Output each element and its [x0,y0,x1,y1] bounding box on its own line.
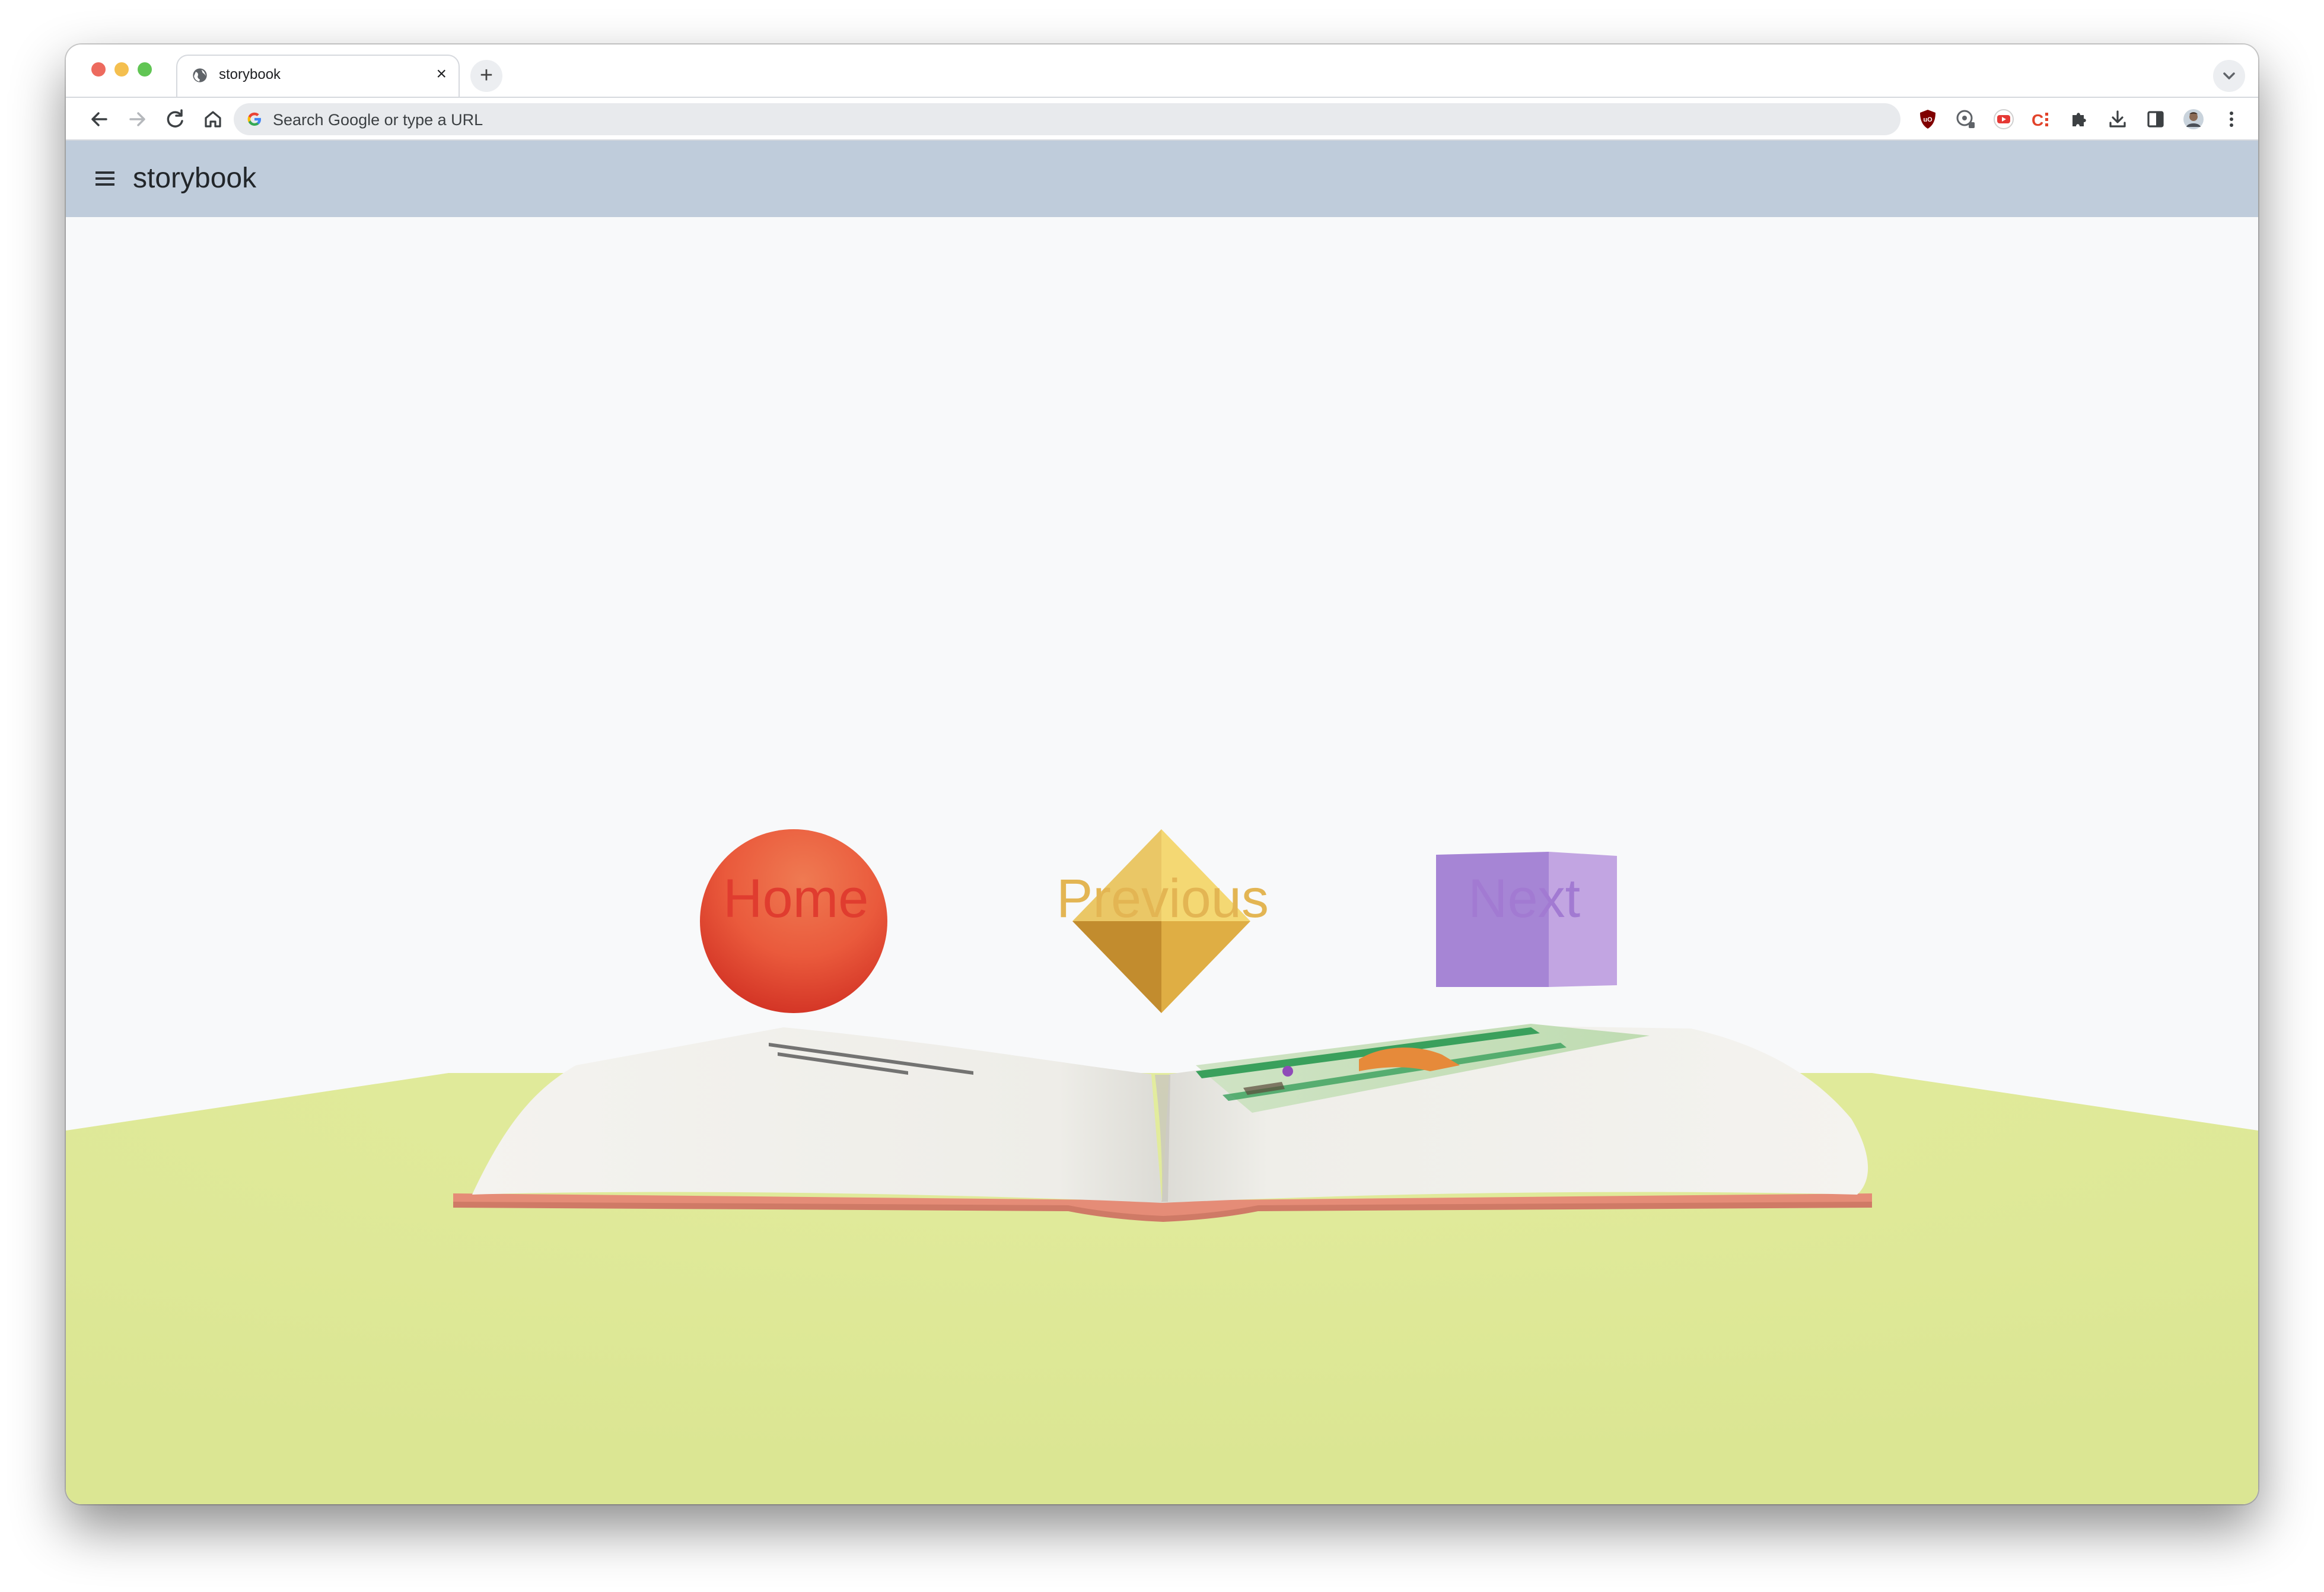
address-bar-placeholder: Search Google or type a URL [273,111,483,129]
svg-text:uO: uO [1923,116,1933,123]
tab-title: storybook [219,66,281,82]
password-manager-icon[interactable] [1953,107,1978,132]
tab-strip: storybook × + [66,44,2258,97]
previous-label: Previous [1056,868,1269,929]
browser-tab[interactable]: storybook × [176,55,460,97]
coupon-extension-icon[interactable]: C [2029,107,2054,132]
maximize-window-button[interactable] [138,62,152,77]
new-tab-button[interactable]: + [470,60,502,92]
scene-canvas [66,829,2258,1504]
app-bar: storybook [66,141,2258,217]
storybook-scene: Home Previous Next [66,217,2258,1504]
address-bar[interactable]: Search Google or type a URL [234,103,1900,135]
browser-toolbar: Search Google or type a URL uO C [66,97,2258,141]
chevron-down-icon [2223,72,2235,79]
tab-search-button[interactable] [2213,60,2245,92]
download-icon[interactable] [2105,107,2130,132]
book-left-page [472,1027,1162,1203]
next-button[interactable]: Next [1468,866,1580,931]
svg-text:C: C [2032,111,2043,129]
previous-button[interactable]: Previous [1056,866,1269,931]
home-button[interactable]: Home [723,866,868,931]
ublock-origin-icon[interactable]: uO [1915,107,1940,132]
home-label: Home [723,868,869,929]
reload-icon[interactable] [161,105,189,133]
home-icon[interactable] [199,105,227,133]
forward-arrow-icon[interactable] [123,105,152,133]
globe-icon [193,68,207,82]
profile-avatar[interactable] [2181,107,2206,132]
google-icon [247,112,261,126]
minimize-window-button[interactable] [114,62,129,77]
puzzle-piece-icon[interactable] [2067,107,2092,132]
side-panel-icon[interactable] [2143,107,2168,132]
app-title: storybook [133,163,257,194]
close-window-button[interactable] [91,62,106,77]
more-menu-icon[interactable] [2219,107,2244,132]
hamburger-menu-icon[interactable] [95,168,114,189]
video-extension-icon[interactable] [1991,107,2016,132]
browser-window: storybook × + Search Google or type a UR… [66,44,2258,1504]
next-label: Next [1468,868,1581,929]
back-arrow-icon[interactable] [85,105,113,133]
tab-close-icon[interactable]: × [436,64,447,84]
